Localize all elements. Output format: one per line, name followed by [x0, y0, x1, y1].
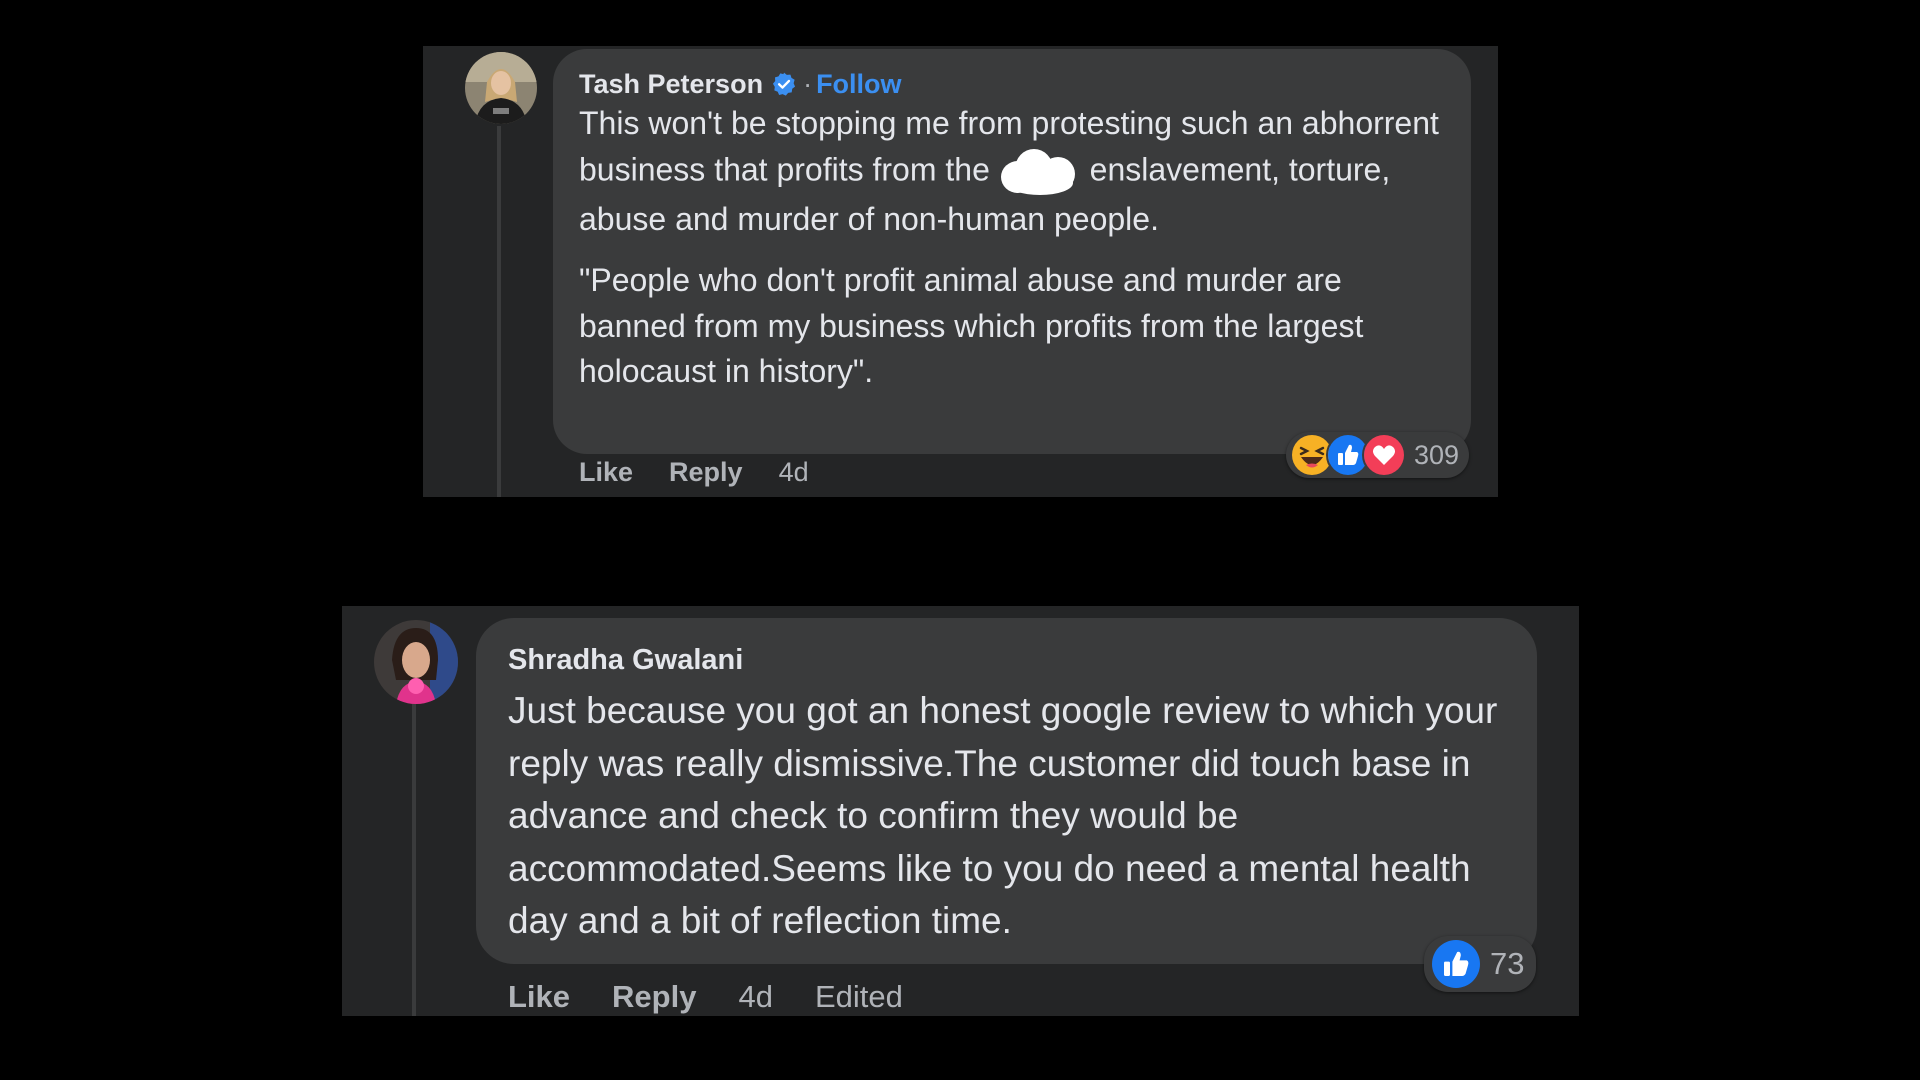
- reaction-count: 309: [1414, 439, 1460, 470]
- avatar-tash-peterson[interactable]: [465, 52, 537, 124]
- timestamp[interactable]: 4d: [738, 979, 772, 1015]
- reactions-summary[interactable]: 309: [1286, 432, 1470, 478]
- verified-badge-icon: [771, 71, 797, 97]
- author-name[interactable]: Tash Peterson: [579, 69, 763, 100]
- avatar-photo-icon: [374, 620, 458, 704]
- follow-button[interactable]: Follow: [816, 69, 901, 100]
- avatar-photo-icon: [465, 52, 537, 124]
- comment-text-paragraph: "People who don't profit animal abuse an…: [579, 262, 1364, 389]
- redaction-cloud-icon: [999, 147, 1081, 197]
- separator-dot: ·: [803, 68, 813, 99]
- reply-button[interactable]: Reply: [669, 457, 743, 488]
- thread-line: [412, 704, 416, 1016]
- reactions-summary[interactable]: 73: [1424, 936, 1537, 992]
- like-button[interactable]: Like: [579, 457, 633, 488]
- comment-text: Just because you got an honest google re…: [508, 690, 1498, 941]
- avatar-shradha-gwalani[interactable]: [374, 620, 458, 704]
- comment-header: Tash Peterson · Follow: [579, 67, 1445, 101]
- comment-actions: Like Reply 4d: [579, 457, 845, 488]
- comment-bubble: Tash Peterson · Follow This won't be sto…: [553, 49, 1471, 454]
- author-name[interactable]: Shradha Gwalani: [508, 644, 743, 677]
- comment-bubble: Shradha Gwalani Just because you got an …: [476, 618, 1537, 964]
- comment-header: Shradha Gwalani: [508, 640, 1505, 680]
- edited-label[interactable]: Edited: [815, 979, 903, 1015]
- reply-button[interactable]: Reply: [612, 979, 696, 1015]
- comment-text-paragraph: This won't be stopping me from protestin…: [579, 101, 1445, 242]
- like-reaction-icon: [1430, 938, 1482, 990]
- reaction-count: 73: [1490, 946, 1525, 981]
- thread-line: [497, 126, 501, 497]
- comment-panel-tash: Tash Peterson · Follow This won't be sto…: [423, 46, 1498, 497]
- comment-actions: Like Reply 4d Edited: [508, 964, 945, 1030]
- timestamp[interactable]: 4d: [779, 457, 809, 488]
- comment-panel-shradha: Shradha Gwalani Just because you got an …: [342, 606, 1579, 1016]
- like-button[interactable]: Like: [508, 979, 570, 1015]
- love-reaction-icon: [1362, 433, 1406, 477]
